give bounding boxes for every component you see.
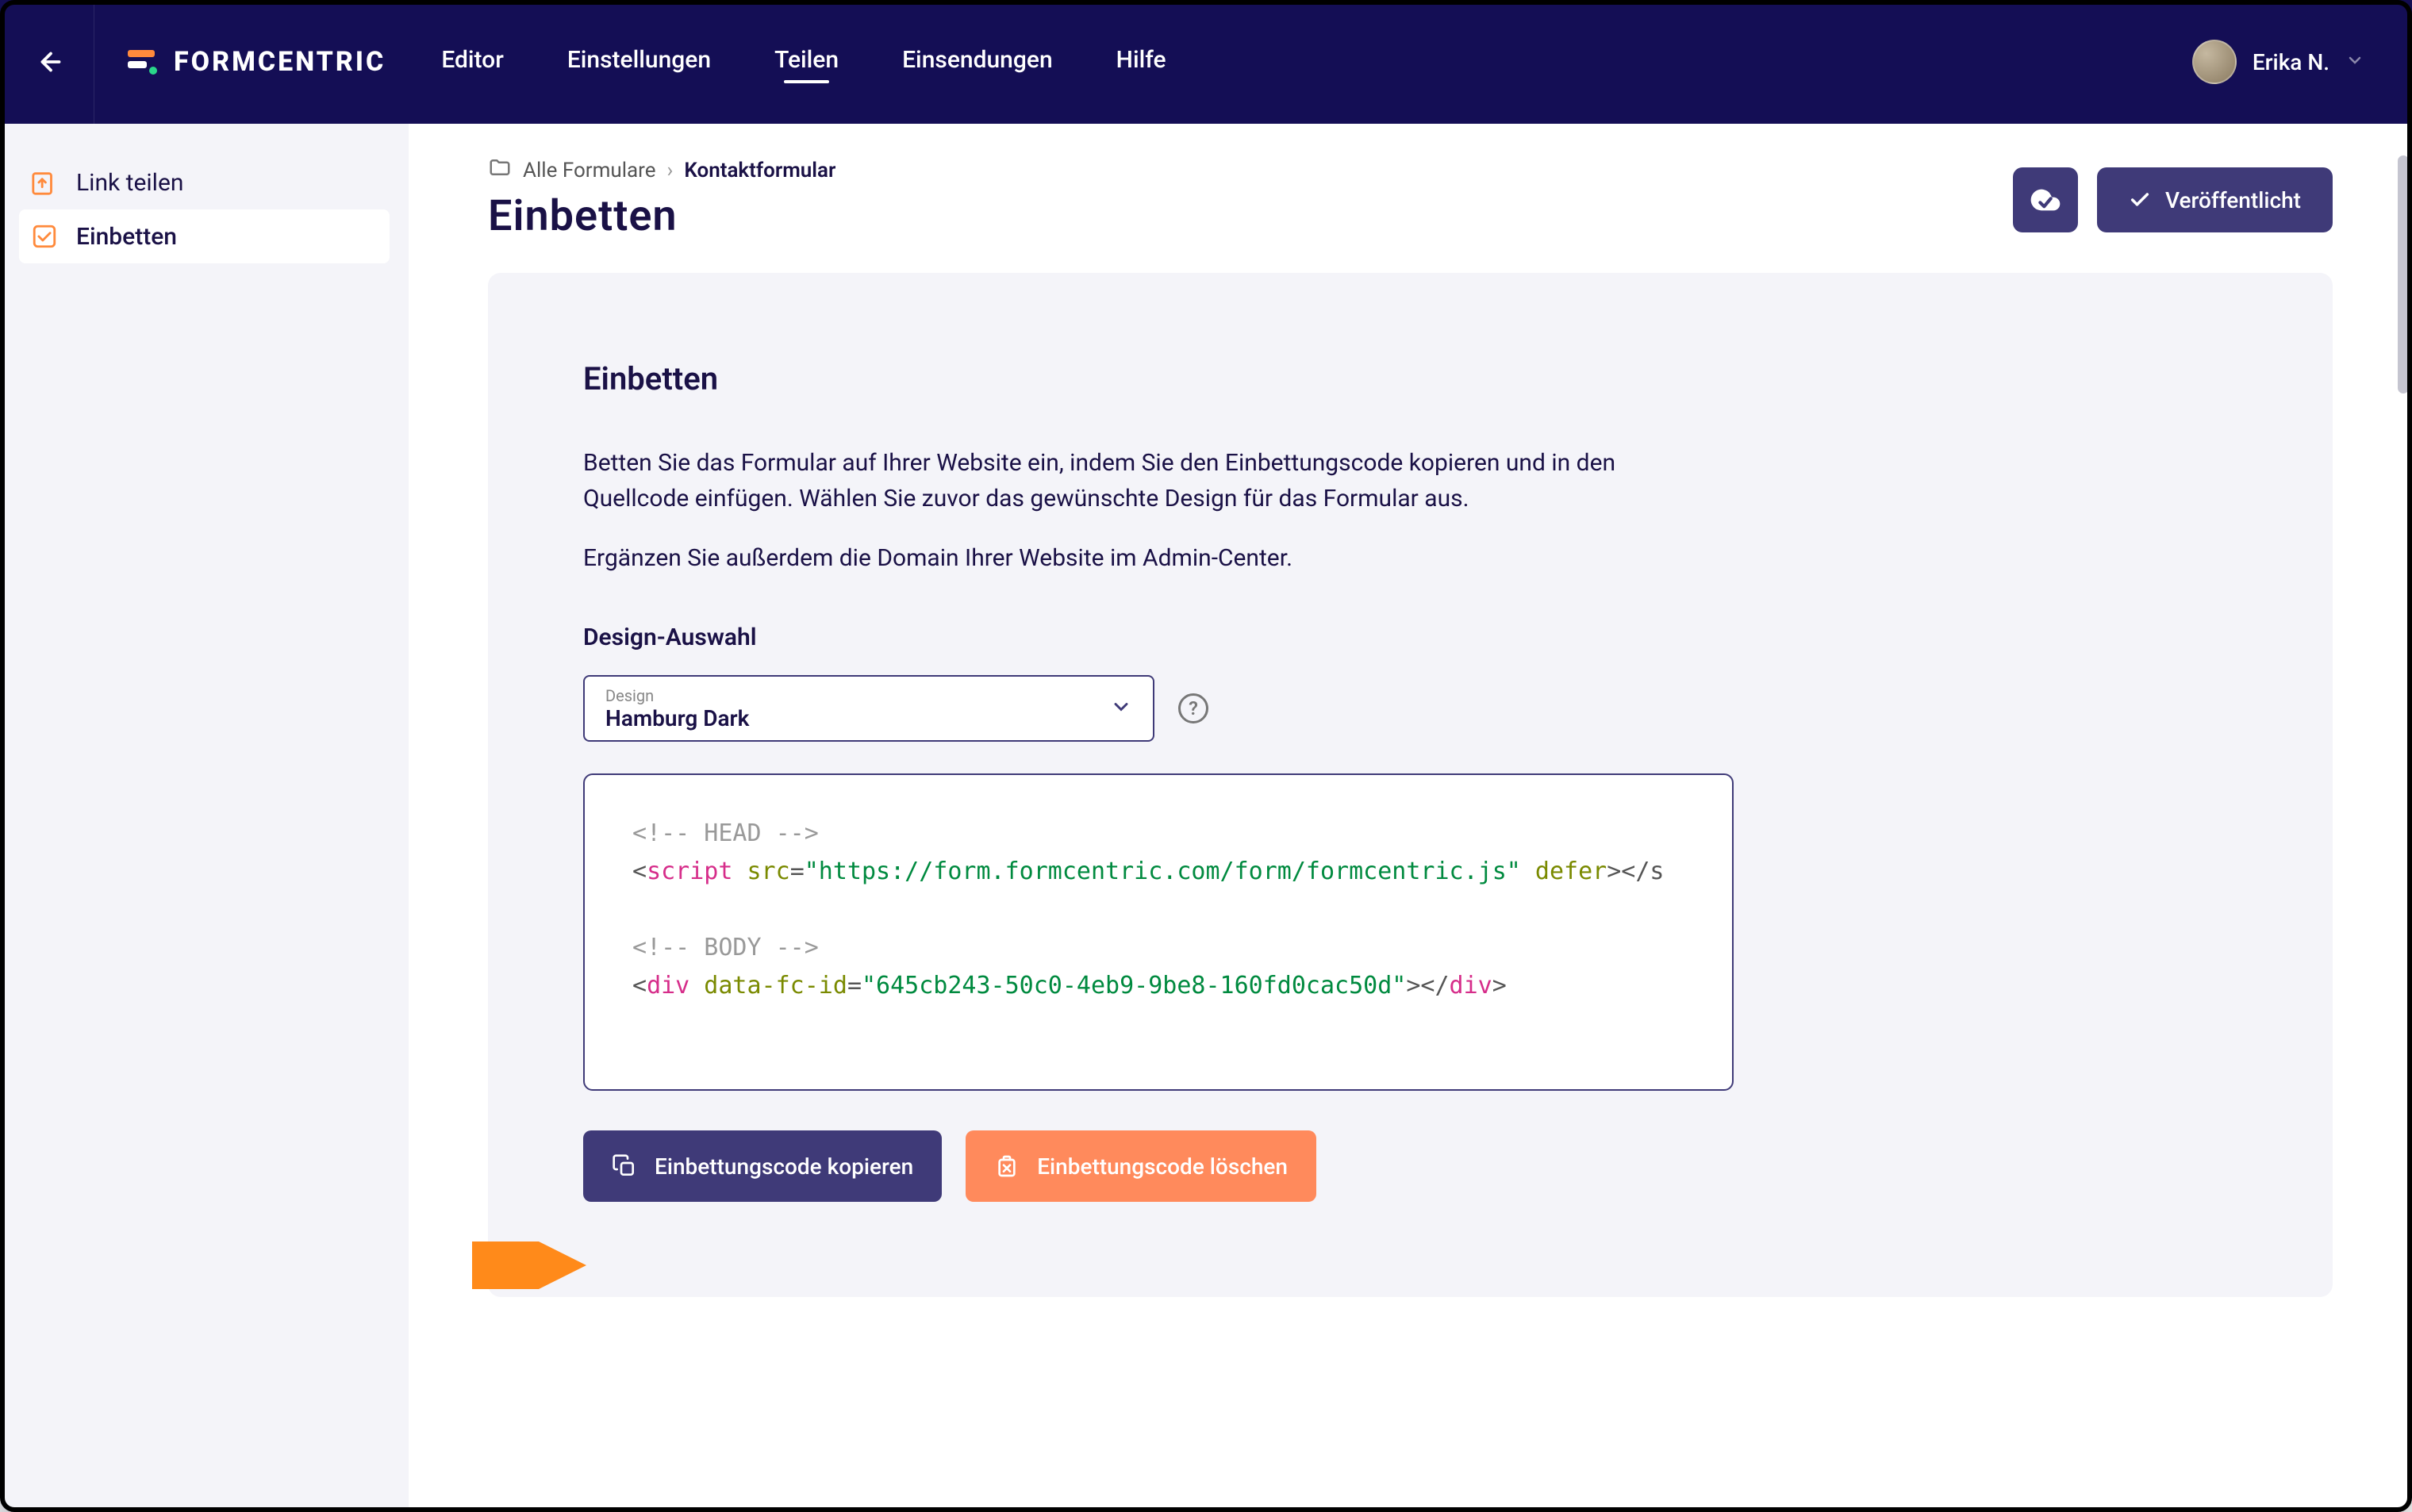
breadcrumb-root[interactable]: Alle Formulare xyxy=(523,159,656,182)
nav-settings[interactable]: Einstellungen xyxy=(567,46,711,79)
breadcrumb-current: Kontaktformular xyxy=(684,159,835,182)
check-icon xyxy=(2129,189,2151,211)
chevron-down-icon xyxy=(2345,51,2364,73)
nav-help[interactable]: Hilfe xyxy=(1116,46,1166,79)
nav-submissions[interactable]: Einsendungen xyxy=(902,46,1053,79)
breadcrumb-separator: › xyxy=(667,159,674,182)
nav-editor[interactable]: Editor xyxy=(441,46,504,79)
user-name: Erika N. xyxy=(2253,49,2329,75)
scrollbar[interactable] xyxy=(2398,155,2409,393)
delete-button-label: Einbettungscode löschen xyxy=(1037,1153,1288,1180)
card-paragraph-1: Betten Sie das Formular auf Ihrer Websit… xyxy=(583,445,1694,516)
arrow-left-icon xyxy=(36,48,65,76)
back-button[interactable] xyxy=(32,43,70,81)
sidebar-item-embed[interactable]: Einbetten xyxy=(19,209,390,263)
trash-icon xyxy=(994,1153,1020,1179)
brand-name: FORMCENTRIC xyxy=(174,46,386,78)
help-button[interactable]: ? xyxy=(1178,693,1208,723)
main-nav: Editor Einstellungen Teilen Einsendungen… xyxy=(441,46,1166,79)
copy-embed-code-button[interactable]: Einbettungscode kopieren xyxy=(583,1130,942,1202)
app-header: FORMCENTRIC Editor Einstellungen Teilen … xyxy=(0,0,2412,124)
embed-code-textarea[interactable]: <!-- HEAD --> <script src="https://form.… xyxy=(583,773,1734,1091)
page-title: Einbetten xyxy=(488,191,678,241)
cloud-check-icon xyxy=(2030,184,2061,216)
card-paragraph-2: Ergänzen Sie außerdem die Domain Ihrer W… xyxy=(583,540,1694,576)
sidebar-item-label: Link teilen xyxy=(76,169,183,197)
embed-check-icon xyxy=(30,222,59,251)
sidebar-item-share-link[interactable]: Link teilen xyxy=(19,155,390,209)
embed-card: Einbetten Betten Sie das Formular auf Ih… xyxy=(488,273,2333,1297)
delete-embed-code-button[interactable]: Einbettungscode löschen xyxy=(966,1130,1316,1202)
brand-logo[interactable]: FORMCENTRIC xyxy=(125,45,386,79)
cloud-save-button[interactable] xyxy=(2013,167,2078,232)
card-heading: Einbetten xyxy=(583,360,2237,397)
copy-button-label: Einbettungscode kopieren xyxy=(655,1153,913,1180)
published-label: Veröffentlicht xyxy=(2165,187,2301,213)
design-select[interactable]: Design Hamburg Dark xyxy=(583,675,1154,742)
main-content: Alle Formulare › Kontaktformular Einbett… xyxy=(409,124,2412,1512)
formcentric-logo-icon xyxy=(125,45,158,79)
sidebar-item-label: Einbetten xyxy=(76,223,177,251)
avatar xyxy=(2192,40,2237,84)
select-field-value: Hamburg Dark xyxy=(605,705,749,731)
upload-icon xyxy=(30,168,59,197)
sidebar: Link teilen Einbetten II xyxy=(0,124,409,1512)
published-button[interactable]: Veröffentlicht xyxy=(2097,167,2333,232)
user-menu[interactable]: Erika N. xyxy=(2192,40,2364,84)
design-section-label: Design-Auswahl xyxy=(583,624,2237,651)
nav-share[interactable]: Teilen xyxy=(774,46,839,79)
select-field-label: Design xyxy=(605,686,749,705)
question-mark-icon: ? xyxy=(1189,697,1198,720)
folder-icon xyxy=(488,155,512,185)
chevron-down-icon xyxy=(1110,696,1132,721)
copy-icon xyxy=(612,1153,637,1179)
